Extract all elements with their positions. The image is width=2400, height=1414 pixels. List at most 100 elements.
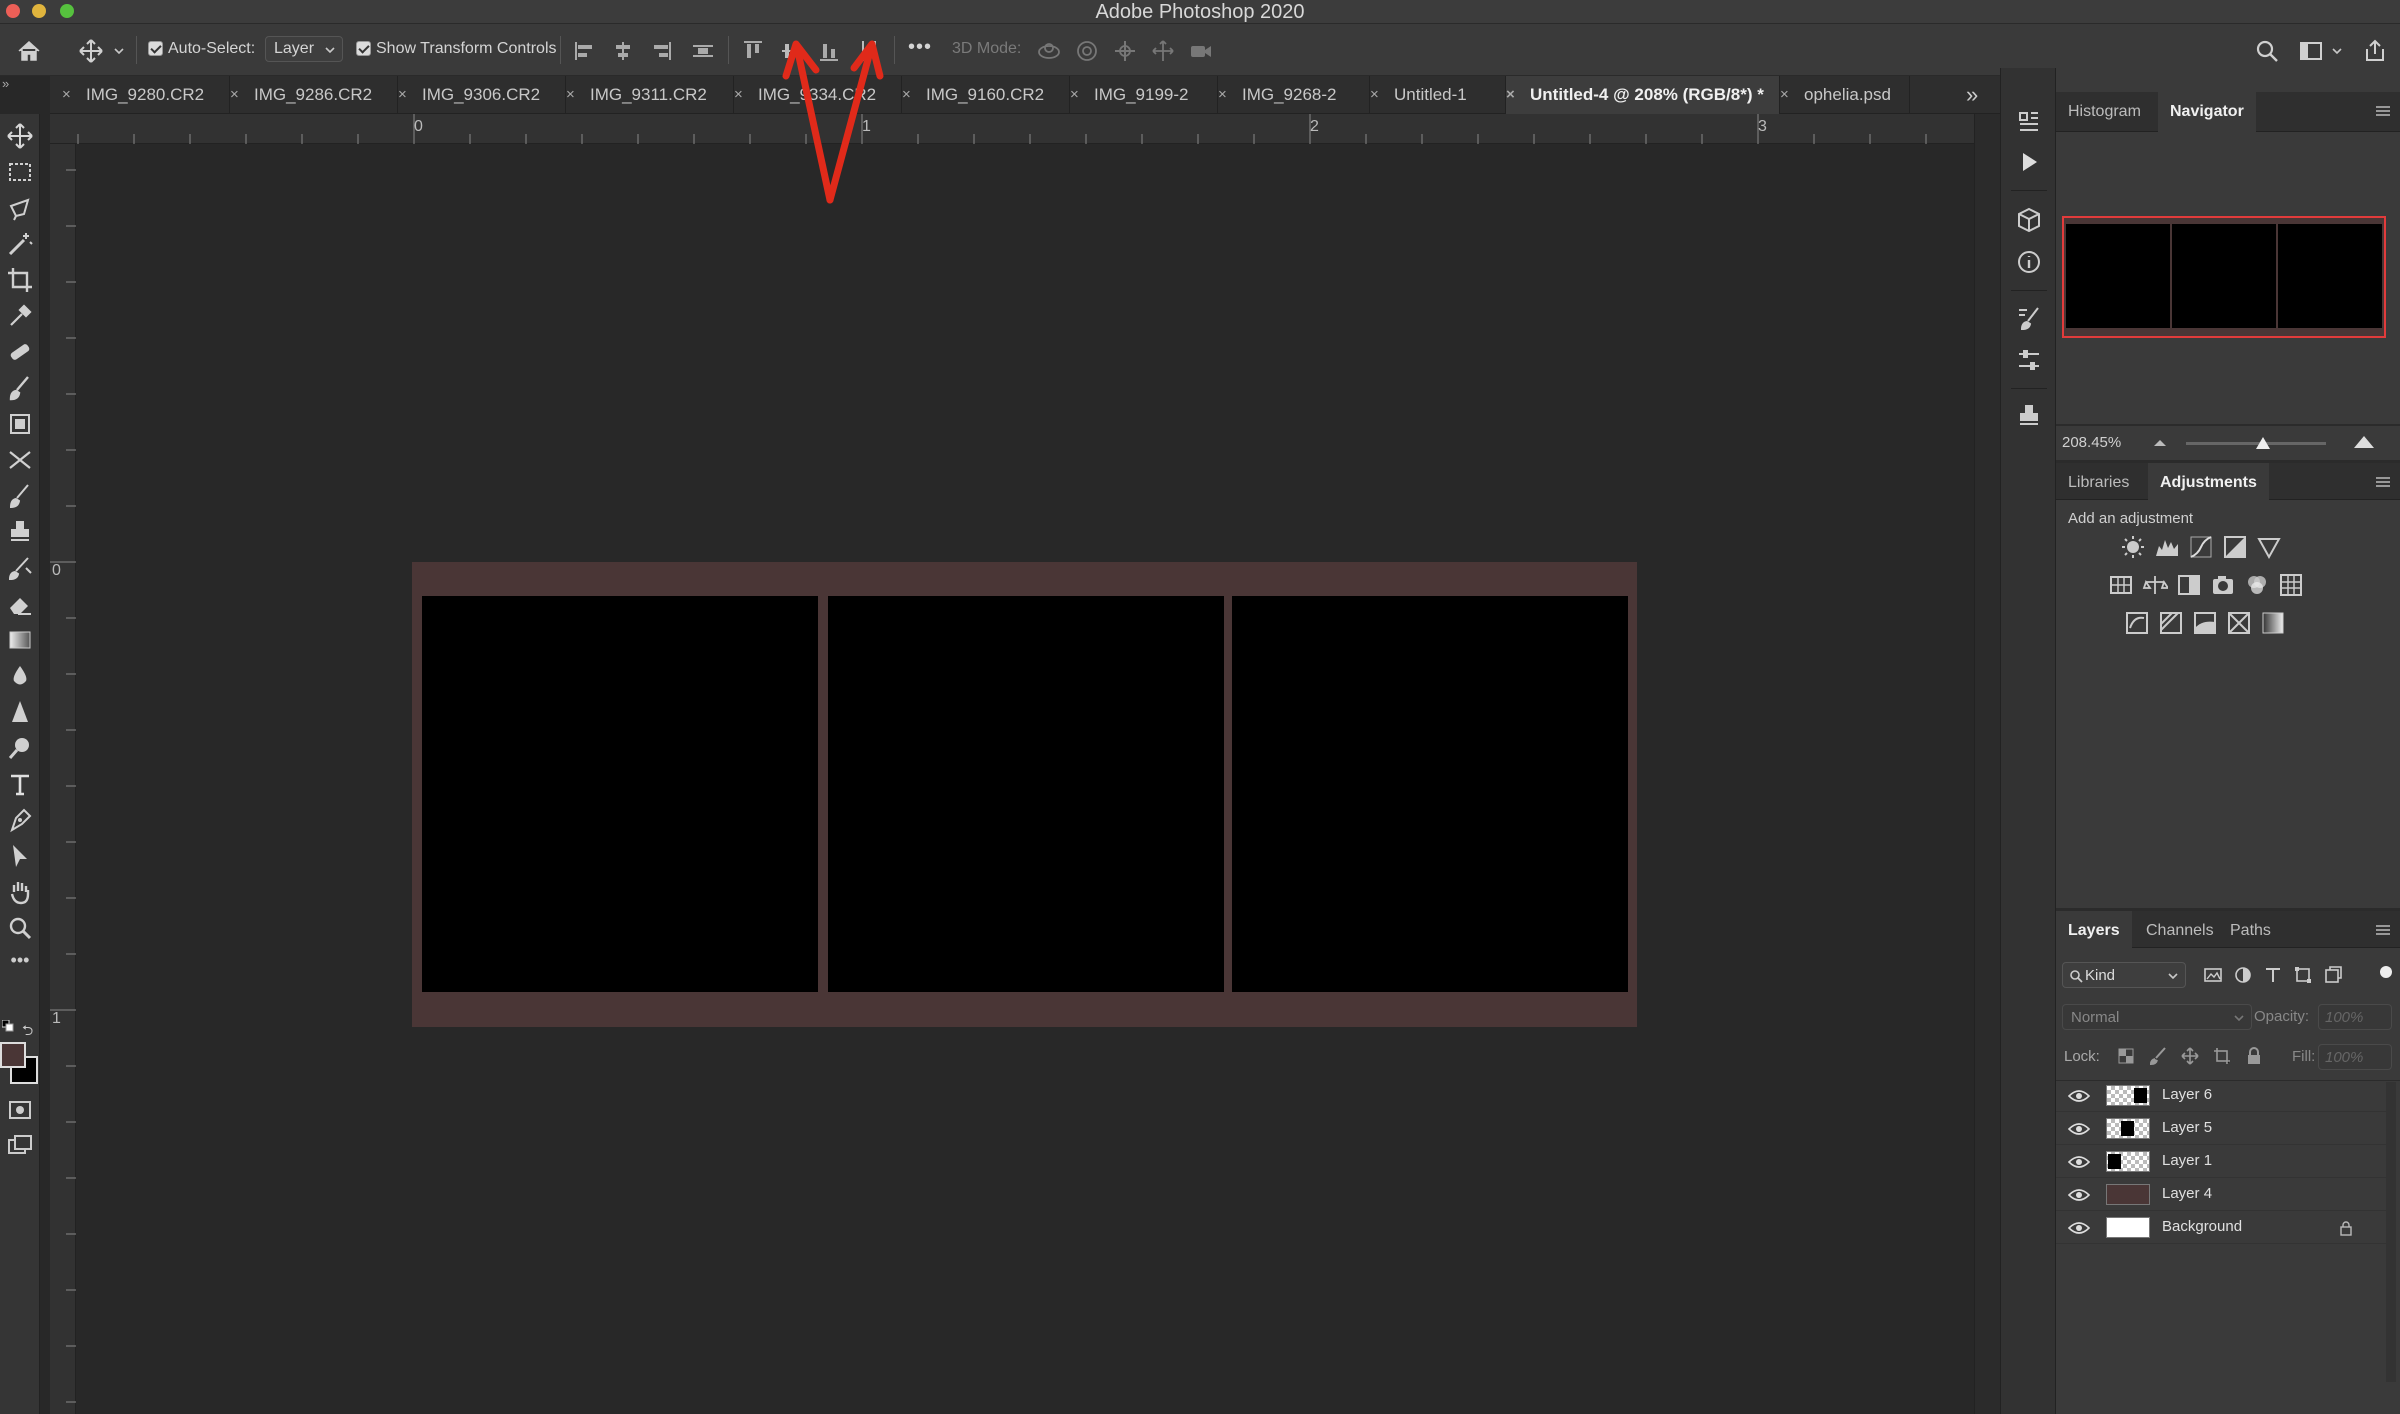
clone-source-icon[interactable] — [2015, 402, 2043, 430]
blend-mode-dropdown[interactable]: Normal — [2062, 1004, 2252, 1030]
screen-mode-icon[interactable] — [6, 1132, 34, 1160]
tab-paths[interactable]: Paths — [2218, 911, 2283, 951]
workspace-icon[interactable] — [2298, 38, 2324, 64]
vertical-ruler[interactable]: 0 1 — [50, 144, 76, 1414]
path-selection-icon[interactable] — [6, 842, 34, 870]
lock-artboard-icon[interactable] — [2212, 1046, 2232, 1066]
tab-document[interactable]: × IMG_9306.CR2 — [398, 76, 566, 114]
lock-transparent-pixels-icon[interactable] — [2116, 1046, 2136, 1066]
panel-menu-icon[interactable] — [2374, 475, 2392, 489]
panel-menu-icon[interactable] — [2374, 104, 2392, 118]
tab-navigator[interactable]: Navigator — [2158, 92, 2256, 132]
distribute-vertical-icon[interactable] — [690, 38, 716, 64]
zoom-slider-thumb[interactable] — [2256, 437, 2270, 449]
layer-row[interactable]: Layer 6 — [2056, 1079, 2396, 1112]
tab-adjustments[interactable]: Adjustments — [2148, 463, 2269, 503]
zoom-out-icon[interactable] — [2152, 436, 2168, 450]
lock-position-icon[interactable] — [2180, 1046, 2200, 1066]
zoom-in-icon[interactable] — [2352, 432, 2376, 450]
tab-close-button[interactable]: × — [734, 76, 743, 114]
black-white-icon[interactable] — [2176, 572, 2202, 598]
lock-all-icon[interactable] — [2244, 1046, 2264, 1066]
tab-document[interactable]: × IMG_9160.CR2 — [902, 76, 1070, 114]
rectangular-marquee-icon[interactable] — [6, 158, 34, 186]
hand-tool-icon[interactable] — [6, 878, 34, 906]
type-tool-icon[interactable] — [6, 770, 34, 798]
filter-type-icon[interactable] — [2262, 964, 2284, 986]
lock-image-pixels-icon[interactable] — [2148, 1046, 2168, 1066]
tab-close-button[interactable]: × — [1070, 76, 1079, 114]
tab-document[interactable]: × Untitled-1 — [1370, 76, 1506, 114]
layer-row[interactable]: Background — [2056, 1211, 2396, 1244]
paint-brush-icon[interactable] — [6, 482, 34, 510]
history-brush-icon[interactable] — [6, 446, 34, 474]
home-icon[interactable] — [16, 38, 42, 64]
tab-close-button[interactable]: × — [1370, 76, 1379, 114]
tab-layers[interactable]: Layers — [2056, 911, 2132, 951]
tab-close-button[interactable]: × — [566, 76, 575, 114]
align-left-edges-icon[interactable] — [572, 38, 598, 64]
tab-document[interactable]: × IMG_9286.CR2 — [230, 76, 398, 114]
quick-mask-icon[interactable] — [6, 1096, 34, 1124]
posterize-icon[interactable] — [2158, 610, 2184, 636]
tab-document[interactable]: × IMG_9199-2 — [1070, 76, 1218, 114]
healing-brush-icon[interactable] — [6, 338, 34, 366]
color-lookup-icon[interactable] — [2278, 572, 2304, 598]
pen-tool-icon[interactable] — [6, 806, 34, 834]
crop-icon[interactable] — [6, 266, 34, 294]
art-history-brush-icon[interactable] — [6, 554, 34, 582]
tab-close-button[interactable]: × — [902, 76, 911, 114]
selective-color-icon[interactable] — [2226, 610, 2252, 636]
horizontal-ruler[interactable]: 0 1 2 3 — [50, 114, 1974, 144]
eye-visibility-icon[interactable] — [2068, 1221, 2090, 1235]
tab-channels[interactable]: Channels — [2134, 911, 2226, 951]
tab-close-button[interactable]: × — [398, 76, 407, 114]
layer-row[interactable]: Layer 5 — [2056, 1112, 2396, 1145]
3d-roll-icon[interactable] — [1074, 38, 1100, 64]
document-canvas[interactable] — [412, 562, 1637, 1027]
layers-scrollbar[interactable] — [2386, 1082, 2396, 1382]
navigator-view-box[interactable] — [2062, 216, 2386, 338]
collapse-toolbar-icon[interactable]: » — [2, 76, 16, 91]
blur-icon[interactable] — [6, 662, 34, 690]
actions-icon[interactable] — [2015, 108, 2043, 136]
filter-shape-icon[interactable] — [2292, 964, 2314, 986]
photo-filter-icon[interactable] — [2210, 572, 2236, 598]
eye-visibility-icon[interactable] — [2068, 1089, 2090, 1103]
exposure-icon[interactable] — [2222, 534, 2248, 560]
opacity-field[interactable]: 100% — [2318, 1004, 2392, 1030]
auto-select-dropdown[interactable]: Layer — [265, 36, 343, 62]
play-icon[interactable] — [2015, 148, 2043, 176]
curves-icon[interactable] — [2188, 534, 2214, 560]
hue-saturation-icon[interactable] — [2108, 572, 2134, 598]
eye-visibility-icon[interactable] — [2068, 1122, 2090, 1136]
navigator-preview[interactable] — [2062, 216, 2386, 338]
tab-close-button[interactable]: × — [230, 76, 239, 114]
brush-icon[interactable] — [6, 374, 34, 402]
layer-row[interactable]: Layer 1 — [2056, 1145, 2396, 1178]
photo-frame-left[interactable] — [422, 596, 818, 992]
stamp-icon[interactable] — [6, 518, 34, 546]
vertical-scrollbar[interactable] — [1974, 114, 2000, 1414]
tab-close-button[interactable]: × — [1780, 76, 1789, 114]
align-top-edges-icon[interactable] — [740, 38, 766, 64]
tab-close-button[interactable]: × — [1506, 76, 1515, 114]
tab-libraries[interactable]: Libraries — [2056, 463, 2141, 503]
3d-pan-icon[interactable] — [1112, 38, 1138, 64]
photo-frame-center[interactable] — [828, 596, 1224, 992]
eye-visibility-icon[interactable] — [2068, 1155, 2090, 1169]
eyedropper-icon[interactable] — [6, 302, 34, 330]
tab-document[interactable]: × IMG_9268-2 — [1218, 76, 1370, 114]
show-transform-controls-checkbox[interactable] — [356, 41, 371, 56]
auto-select-checkbox[interactable] — [148, 41, 163, 56]
tab-document[interactable]: × ophelia.psd — [1780, 76, 1910, 114]
clone-stamp-icon[interactable] — [6, 410, 34, 438]
zoom-slider-track[interactable] — [2186, 437, 2326, 449]
swap-colors-icon[interactable]: ⮌ — [22, 1020, 36, 1038]
3d-orbit-icon[interactable] — [1036, 38, 1062, 64]
gradient-icon[interactable] — [6, 626, 34, 654]
vibrance-icon[interactable] — [2256, 534, 2282, 560]
tab-histogram[interactable]: Histogram — [2056, 92, 2153, 132]
chevron-down-icon[interactable] — [2330, 38, 2344, 64]
tab-close-button[interactable]: × — [62, 76, 71, 114]
